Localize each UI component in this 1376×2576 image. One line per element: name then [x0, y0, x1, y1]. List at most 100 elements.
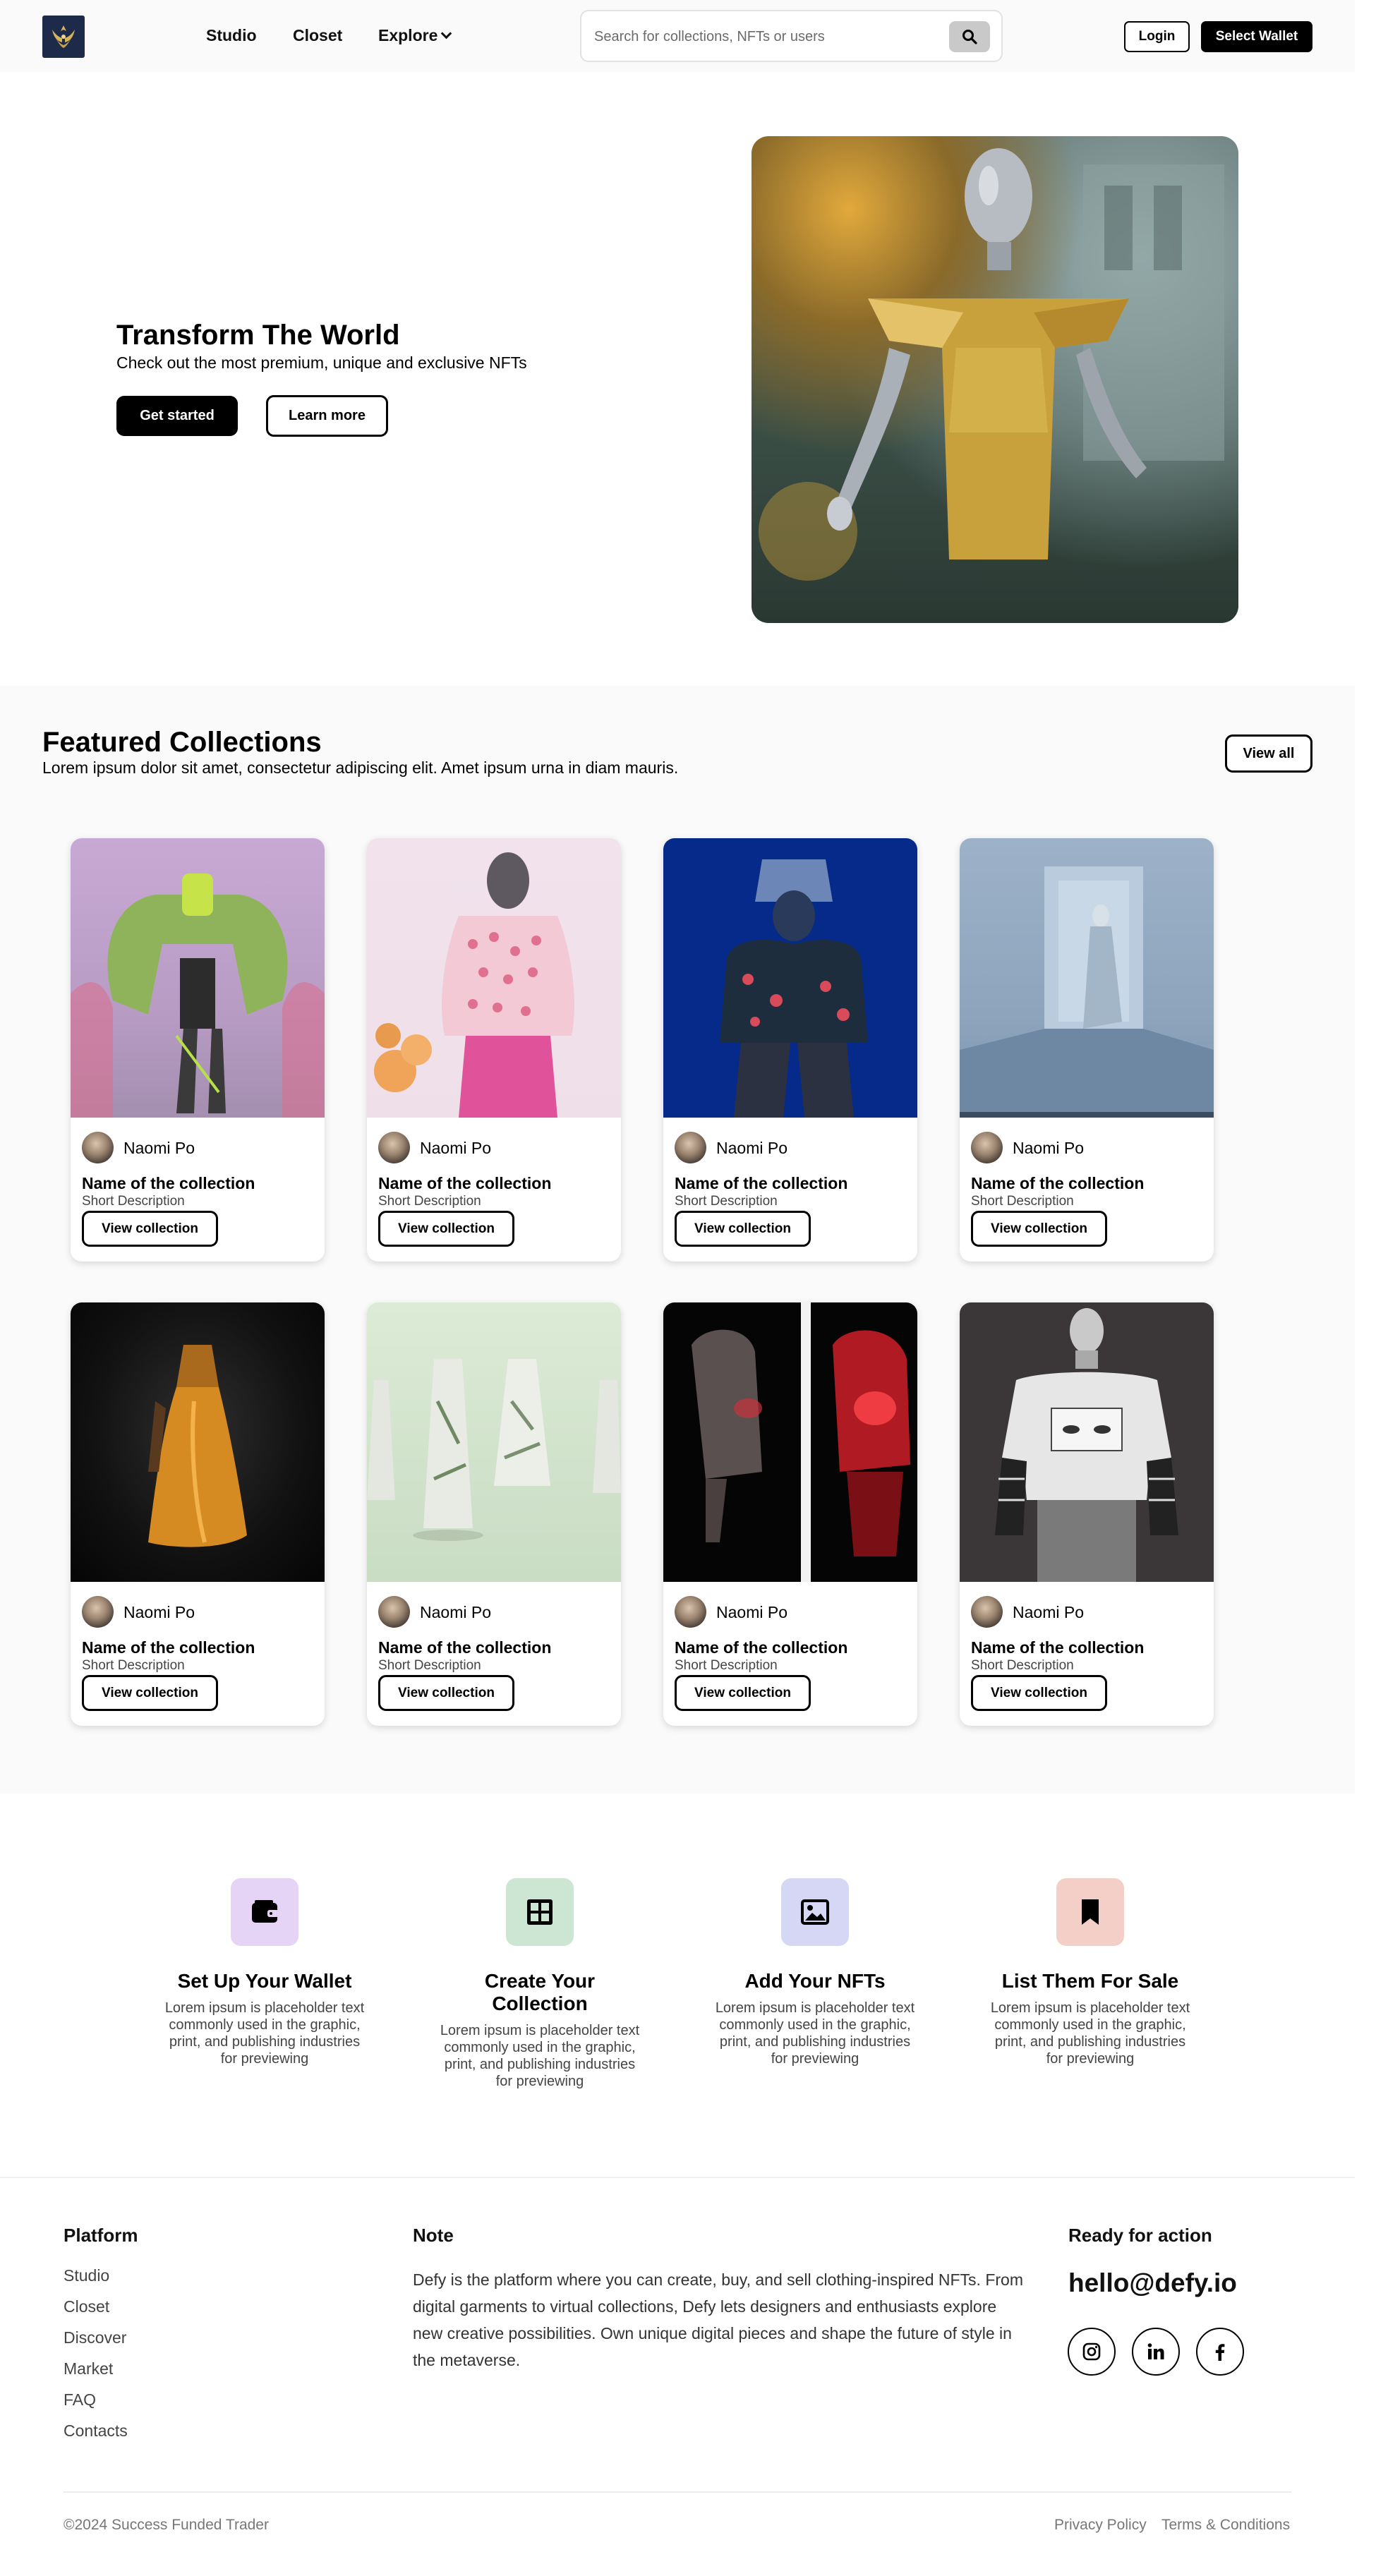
get-started-button[interactable]: Get started: [116, 396, 238, 436]
view-collection-button[interactable]: View collection: [675, 1211, 811, 1247]
step-text: Lorem ipsum is placeholder text commonly…: [164, 2000, 365, 2067]
top-navbar: Studio Closet Explore Login Select Walle…: [0, 0, 1355, 72]
creator-name: Naomi Po: [1013, 1139, 1084, 1157]
creator-name: Naomi Po: [1013, 1603, 1084, 1621]
creator-name: Naomi Po: [716, 1603, 787, 1621]
creator-name: Naomi Po: [123, 1139, 195, 1157]
creator-name: Naomi Po: [716, 1139, 787, 1157]
view-collection-button[interactable]: View collection: [971, 1675, 1107, 1711]
creator-avatar: [675, 1596, 706, 1628]
view-all-button[interactable]: View all: [1225, 734, 1312, 773]
step-title: List Them For Sale: [1001, 1970, 1179, 1992]
view-collection-button[interactable]: View collection: [82, 1675, 218, 1711]
nav-closet-link[interactable]: Closet: [293, 26, 342, 45]
creator-avatar: [971, 1596, 1003, 1628]
view-collection-button[interactable]: View collection: [378, 1211, 514, 1247]
linkedin-icon[interactable]: [1132, 2328, 1180, 2376]
collection-description: Short Description: [82, 1194, 185, 1209]
search-bar: [580, 10, 1003, 62]
collection-description: Short Description: [675, 1194, 778, 1209]
collection-card[interactable]: Naomi Po Name of the collection Short De…: [960, 838, 1214, 1262]
collection-description: Short Description: [378, 1658, 481, 1673]
collection-card[interactable]: Naomi Po Name of the collection Short De…: [960, 1302, 1214, 1726]
collection-image: [71, 1302, 325, 1582]
collection-image: [663, 1302, 917, 1582]
view-collection-button[interactable]: View collection: [82, 1211, 218, 1247]
collection-image: [367, 1302, 621, 1582]
step-title: Add Your NFTs: [744, 1970, 886, 1992]
creator-name: Naomi Po: [420, 1139, 491, 1157]
step-title: Set Up Your Wallet: [177, 1970, 352, 1992]
footer-platform-heading: Platform: [64, 2225, 138, 2246]
hero-image: [752, 136, 1238, 623]
nav-explore-label: Explore: [378, 26, 438, 44]
creator-avatar: [378, 1596, 410, 1628]
creator-name: Naomi Po: [123, 1603, 195, 1621]
collection-card[interactable]: Naomi Po Name of the collection Short De…: [663, 1302, 917, 1726]
step-text: Lorem ipsum is placeholder text commonly…: [715, 2000, 915, 2067]
footer-divider: [0, 2177, 1355, 2178]
creator-avatar: [971, 1132, 1003, 1163]
view-collection-button[interactable]: View collection: [971, 1211, 1107, 1247]
search-input[interactable]: [594, 25, 933, 48]
footer-bottom-divider: [64, 2491, 1291, 2493]
footer-link-discover[interactable]: Discover: [64, 2328, 126, 2347]
bookmark-icon: [1056, 1878, 1124, 1946]
footer-link-studio[interactable]: Studio: [64, 2266, 109, 2285]
collection-description: Short Description: [971, 1194, 1074, 1209]
collection-image: [71, 838, 325, 1118]
featured-title: Featured Collections: [42, 727, 322, 758]
step-title: Create Your Collection: [484, 1970, 596, 2014]
footer-email-link[interactable]: hello@defy.io: [1068, 2268, 1237, 2298]
step-set-up-wallet: Set Up Your Wallet Lorem ipsum is placeh…: [152, 1878, 378, 2067]
collection-card[interactable]: Naomi Po Name of the collection Short De…: [367, 838, 621, 1262]
collection-description: Short Description: [378, 1194, 481, 1209]
collection-card[interactable]: Naomi Po Name of the collection Short De…: [71, 1302, 325, 1726]
view-collection-button[interactable]: View collection: [378, 1675, 514, 1711]
collection-name: Name of the collection: [971, 1638, 1145, 1657]
creator-name: Naomi Po: [420, 1603, 491, 1621]
image-icon: [781, 1878, 849, 1946]
footer-link-contacts[interactable]: Contacts: [64, 2421, 128, 2441]
featured-subtitle: Lorem ipsum dolor sit amet, consectetur …: [42, 758, 679, 777]
step-text: Lorem ipsum is placeholder text commonly…: [990, 2000, 1190, 2067]
step-add-nfts: Add Your NFTs Lorem ipsum is placeholder…: [702, 1878, 928, 2067]
nav-studio-link[interactable]: Studio: [206, 26, 257, 45]
footer-link-market[interactable]: Market: [64, 2359, 113, 2378]
collection-description: Short Description: [82, 1658, 185, 1673]
footer-link-closet[interactable]: Closet: [64, 2297, 109, 2316]
collection-description: Short Description: [675, 1658, 778, 1673]
collection-name: Name of the collection: [378, 1174, 552, 1192]
step-create-collection: Create Your Collection Lorem ipsum is pl…: [427, 1878, 653, 2090]
collection-description: Short Description: [971, 1658, 1074, 1673]
view-collection-button[interactable]: View collection: [675, 1675, 811, 1711]
collection-image: [367, 838, 621, 1118]
learn-more-button[interactable]: Learn more: [266, 395, 388, 437]
grid-icon: [506, 1878, 574, 1946]
footer-copyright: ©2024 Success Funded Trader: [64, 2517, 269, 2533]
instagram-icon[interactable]: [1068, 2328, 1116, 2376]
collection-image: [960, 1302, 1214, 1582]
collection-name: Name of the collection: [971, 1174, 1145, 1192]
select-wallet-button[interactable]: Select Wallet: [1201, 21, 1312, 52]
footer-note-text: Defy is the platform where you can creat…: [413, 2270, 1023, 2369]
step-list-for-sale: List Them For Sale Lorem ipsum is placeh…: [977, 1878, 1203, 2067]
login-button[interactable]: Login: [1124, 21, 1190, 52]
creator-avatar: [82, 1132, 114, 1163]
wallet-icon: [231, 1878, 298, 1946]
creator-avatar: [378, 1132, 410, 1163]
footer-privacy-link[interactable]: Privacy Policy: [1054, 2517, 1147, 2534]
creator-avatar: [82, 1596, 114, 1628]
footer-link-faq[interactable]: FAQ: [64, 2390, 96, 2409]
search-button[interactable]: [949, 21, 990, 52]
collection-name: Name of the collection: [675, 1174, 848, 1192]
nav-explore-menu[interactable]: Explore: [378, 26, 452, 45]
footer-terms-link[interactable]: Terms & Conditions: [1161, 2517, 1290, 2534]
collection-name: Name of the collection: [82, 1638, 255, 1657]
collection-card[interactable]: Naomi Po Name of the collection Short De…: [367, 1302, 621, 1726]
facebook-icon[interactable]: [1196, 2328, 1244, 2376]
collection-card[interactable]: Naomi Po Name of the collection Short De…: [71, 838, 325, 1262]
collection-card[interactable]: Naomi Po Name of the collection Short De…: [663, 838, 917, 1262]
logo-icon[interactable]: [42, 16, 85, 58]
hero-title: Transform The World: [116, 320, 400, 351]
